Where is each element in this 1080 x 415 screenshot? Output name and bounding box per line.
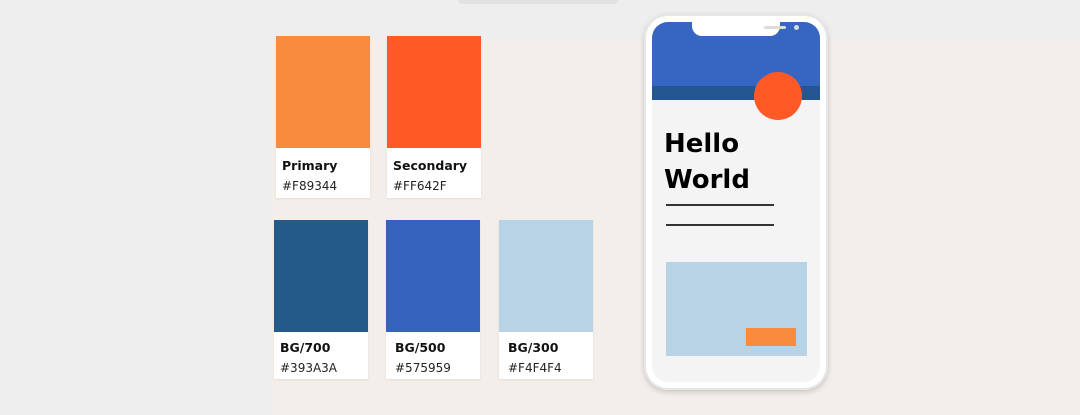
swatch-bg-500 — [386, 220, 480, 332]
speaker-icon — [764, 26, 786, 29]
swatch-secondary — [387, 36, 481, 148]
phone-screen: Hello World — [652, 22, 820, 382]
swatch-label: BG/500 — [395, 340, 446, 355]
swatch-primary — [276, 36, 370, 148]
top-tab — [458, 0, 618, 4]
swatch-hex: #575959 — [395, 361, 451, 375]
swatch-card-primary[interactable]: Primary #F89344 — [276, 36, 370, 198]
swatch-hex: #F4F4F4 — [508, 361, 562, 375]
swatch-bg-300 — [499, 220, 593, 332]
phone-mockup: Hello World — [644, 14, 828, 390]
swatch-card-secondary[interactable]: Secondary #FF642F — [387, 36, 481, 198]
camera-icon — [794, 25, 799, 30]
swatch-card-bg-500[interactable]: BG/500 #575959 — [386, 220, 480, 379]
headline: Hello World — [664, 126, 804, 198]
headline-line-1: Hello — [664, 129, 740, 159]
phone-notch — [692, 22, 799, 36]
swatch-label: BG/300 — [508, 340, 559, 355]
swatch-label: Secondary — [393, 158, 468, 173]
swatch-hex: #F89344 — [282, 179, 338, 193]
accent-circle — [754, 72, 802, 120]
headline-line-2: World — [664, 165, 750, 195]
cta-button[interactable] — [746, 328, 796, 346]
swatch-label: BG/700 — [280, 340, 331, 355]
swatch-hex: #393A3A — [280, 361, 338, 375]
text-placeholder-line — [666, 204, 774, 206]
swatch-bg-700 — [274, 220, 368, 332]
text-placeholder-line — [666, 224, 774, 226]
swatch-hex: #FF642F — [393, 179, 447, 193]
swatch-card-bg-300[interactable]: BG/300 #F4F4F4 — [499, 220, 593, 379]
swatch-card-bg-700[interactable]: BG/700 #393A3A — [274, 220, 368, 379]
swatch-label: Primary — [282, 158, 338, 173]
